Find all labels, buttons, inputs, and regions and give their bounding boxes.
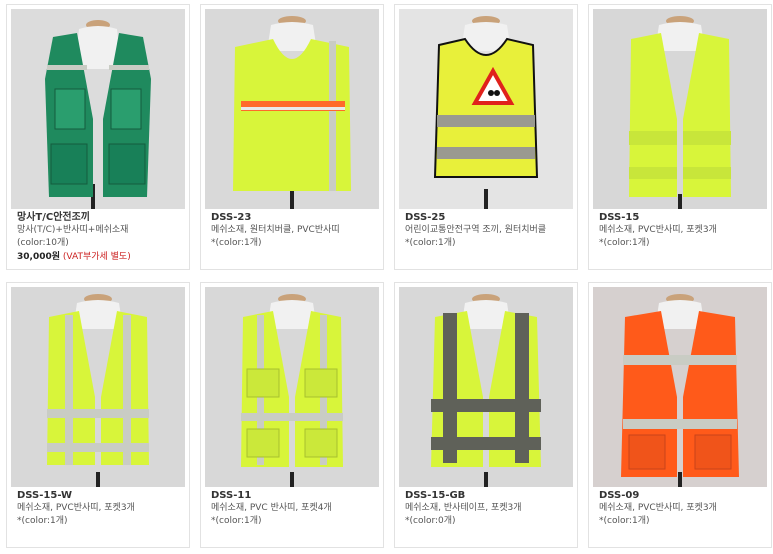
product-description: 메쉬소재, PVC반사띠, 포켓3개 bbox=[17, 503, 135, 513]
product-color-count: (color:10개) bbox=[17, 238, 69, 248]
product-description: 메쉬소재, 반사테이프, 포켓3개 bbox=[405, 503, 522, 513]
product-grid: 망사T/C안전조끼 망사(T/C)+반사띠+메쉬소재 (color:10개) 3… bbox=[0, 0, 773, 554]
yellow-pullover-vest-orange-band-icon bbox=[205, 9, 379, 209]
product-title[interactable]: DSS-15 bbox=[599, 211, 769, 224]
product-color-count: *(color:1개) bbox=[17, 516, 68, 526]
product-card[interactable]: DSS-25 어린이교통안전구역 조끼, 원터치버클 *(color:1개) bbox=[394, 4, 578, 270]
product-title[interactable]: DSS-11 bbox=[211, 489, 381, 502]
vat-note: (VAT부가세 별도) bbox=[62, 252, 131, 262]
product-title[interactable]: DSS-15-GB bbox=[405, 489, 575, 502]
yellow-vest-white-stripes-icon bbox=[11, 287, 185, 487]
product-price-row: 30,000원 (VAT부가세 별도) bbox=[17, 250, 187, 264]
product-photo[interactable] bbox=[399, 287, 573, 487]
product-color-count: *(color:1개) bbox=[211, 516, 262, 526]
product-price: 30,000원 bbox=[17, 252, 61, 262]
yellow-vest-gray-bands-icon bbox=[399, 287, 573, 487]
product-description: 메쉬소재, PVC반사띠, 포켓3개 bbox=[599, 225, 717, 235]
yellow-vest-four-pockets-icon bbox=[205, 287, 379, 487]
product-card[interactable]: DSS-15-GB 메쉬소재, 반사테이프, 포켓3개 *(color:0개) bbox=[394, 282, 578, 548]
school-zone-vest-icon bbox=[399, 9, 573, 209]
product-photo[interactable] bbox=[11, 287, 185, 487]
product-color-count: *(color:1개) bbox=[405, 238, 456, 248]
product-card[interactable]: DSS-15-W 메쉬소재, PVC반사띠, 포켓3개 *(color:1개) bbox=[6, 282, 190, 548]
product-title[interactable]: DSS-15-W bbox=[17, 489, 187, 502]
product-color-count: *(color:0개) bbox=[405, 516, 456, 526]
product-card[interactable]: DSS-09 메쉬소재, PVC반사띠, 포켓3개 *(color:1개) bbox=[588, 282, 772, 548]
product-color-count: *(color:1개) bbox=[599, 516, 650, 526]
product-description: 메쉬소재, PVC반사띠, 포켓3개 bbox=[599, 503, 717, 513]
product-description: 메쉬소재, 원터치버클, PVC반사띠 bbox=[211, 225, 340, 235]
product-description: 어린이교통안전구역 조끼, 원터치버클 bbox=[405, 225, 547, 235]
product-title[interactable]: DSS-23 bbox=[211, 211, 381, 224]
product-title[interactable]: DSS-09 bbox=[599, 489, 769, 502]
product-color-count: *(color:1개) bbox=[599, 238, 650, 248]
product-card[interactable]: DSS-23 메쉬소재, 원터치버클, PVC반사띠 *(color:1개) bbox=[200, 4, 384, 270]
product-description: 망사(T/C)+반사띠+메쉬소재 bbox=[17, 225, 129, 235]
green-mesh-vest-icon bbox=[11, 9, 185, 209]
product-title[interactable]: DSS-25 bbox=[405, 211, 575, 224]
orange-mesh-vest-icon bbox=[593, 287, 767, 487]
product-photo[interactable] bbox=[593, 9, 767, 209]
product-card[interactable]: 망사T/C안전조끼 망사(T/C)+반사띠+메쉬소재 (color:10개) 3… bbox=[6, 4, 190, 270]
product-photo[interactable] bbox=[399, 9, 573, 209]
product-title[interactable]: 망사T/C안전조끼 bbox=[17, 211, 187, 224]
product-color-count: *(color:1개) bbox=[211, 238, 262, 248]
product-photo[interactable] bbox=[593, 287, 767, 487]
product-card[interactable]: DSS-15 메쉬소재, PVC반사띠, 포켓3개 *(color:1개) bbox=[588, 4, 772, 270]
product-description: 메쉬소재, PVC 반사띠, 포켓4개 bbox=[211, 503, 332, 513]
product-photo[interactable] bbox=[205, 287, 379, 487]
yellow-mesh-vest-icon bbox=[593, 9, 767, 209]
product-photo[interactable] bbox=[205, 9, 379, 209]
product-card[interactable]: DSS-11 메쉬소재, PVC 반사띠, 포켓4개 *(color:1개) bbox=[200, 282, 384, 548]
product-photo[interactable] bbox=[11, 9, 185, 209]
